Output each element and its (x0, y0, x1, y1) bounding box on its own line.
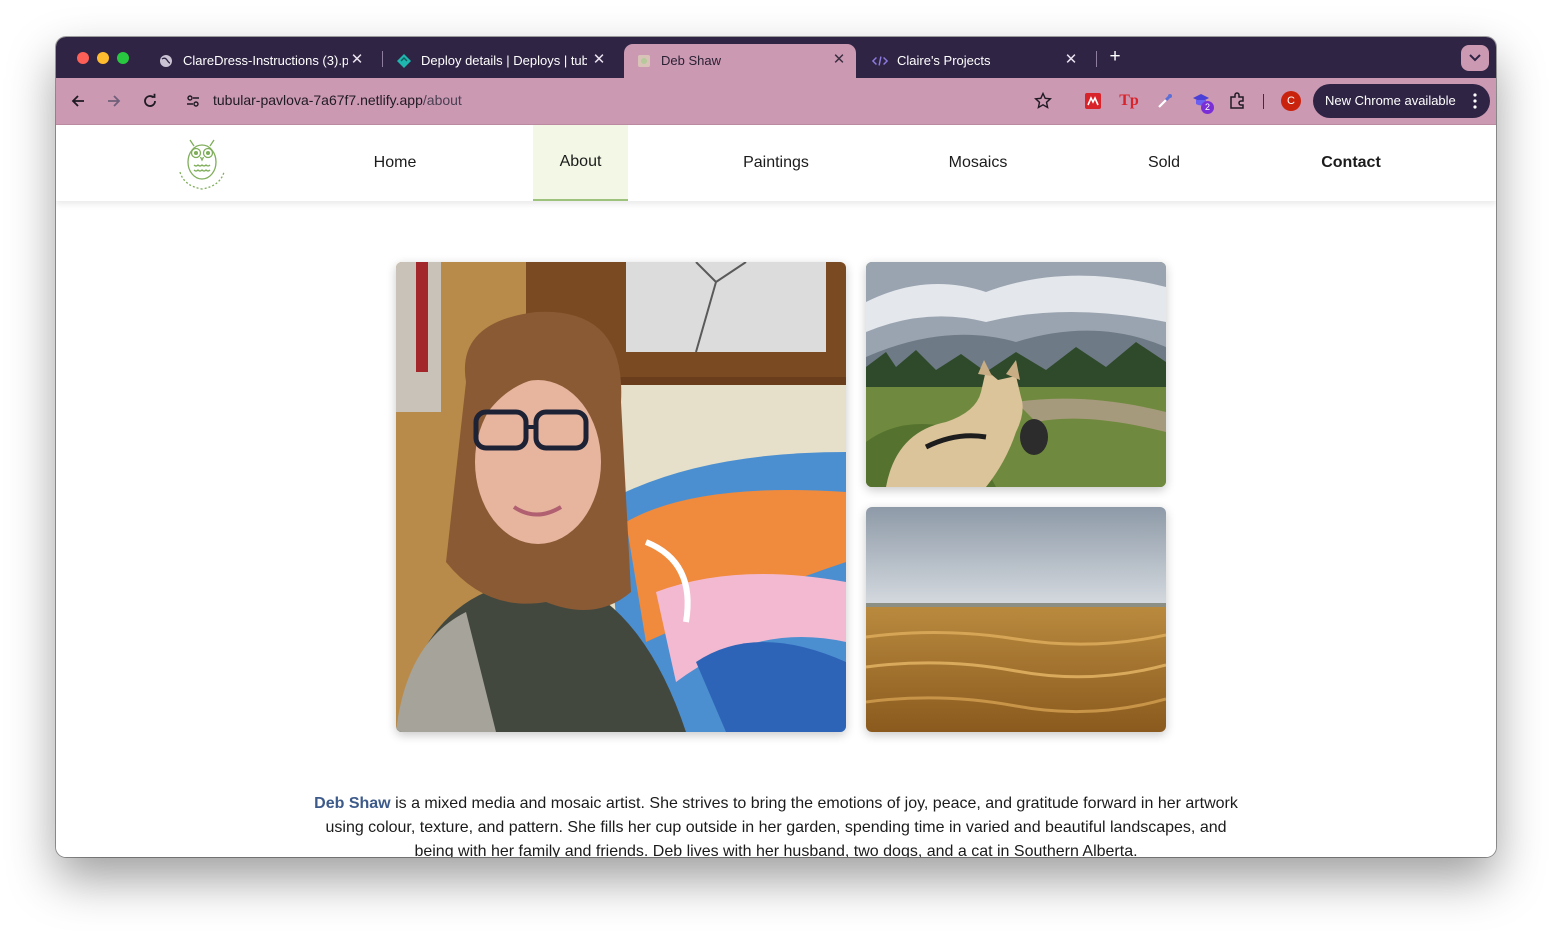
close-window-button[interactable] (77, 52, 89, 64)
tab-title: Deb Shaw (661, 53, 721, 68)
page-viewport: Home About Paintings Mosaics Sold Contac… (56, 125, 1496, 857)
wheat-field-photo (866, 507, 1166, 732)
reload-icon (144, 93, 156, 107)
extension-tp-icon[interactable]: Tp (1118, 90, 1140, 112)
url-path: /about (422, 92, 462, 108)
tab-claires-projects[interactable]: Claire's Projects ✕ (860, 44, 1088, 78)
back-button[interactable] (67, 90, 89, 112)
code-icon (872, 53, 888, 69)
nav-mosaics[interactable]: Mosaics (930, 125, 1026, 201)
site-icon (636, 53, 652, 69)
update-chrome-button[interactable]: New Chrome available (1313, 84, 1490, 118)
tab-deb-shaw[interactable]: Deb Shaw ✕ (624, 44, 856, 78)
chevron-down-icon (1469, 54, 1481, 62)
browser-toolbar: tubular-pavlova-7a67f7.netlify.app/about… (56, 78, 1496, 125)
nav-paintings[interactable]: Paintings (728, 125, 824, 201)
browser-window: ClareDress-Instructions (3).pdf ✕ Deploy… (56, 37, 1496, 857)
tab-deploy-details[interactable]: Deploy details | Deploys | tubular-pavlo… (384, 44, 616, 78)
forward-button[interactable] (103, 90, 125, 112)
nav-home[interactable]: Home (356, 125, 434, 201)
arrow-left-icon (71, 95, 84, 107)
site-nav: Home About Paintings Mosaics Sold Contac… (56, 125, 1496, 201)
eyedropper-icon[interactable] (1154, 90, 1176, 112)
close-tab-icon[interactable]: ✕ (348, 51, 366, 69)
tab-title: ClareDress-Instructions (3).pdf (183, 53, 348, 68)
extensions-puzzle-icon[interactable] (1226, 90, 1248, 112)
artist-name: Deb Shaw (314, 795, 391, 812)
star-icon (1034, 92, 1052, 109)
tab-separator (382, 51, 383, 67)
zoom-window-button[interactable] (117, 52, 129, 64)
toolbar-divider (1263, 94, 1264, 109)
reload-button[interactable] (139, 90, 161, 112)
new-tab-button[interactable]: + (1105, 47, 1125, 67)
tab-search-button[interactable] (1461, 45, 1489, 71)
tune-icon (187, 95, 199, 107)
owl-logo[interactable] (174, 134, 230, 192)
tab-separator (1096, 51, 1097, 67)
tab-strip: ClareDress-Instructions (3).pdf ✕ Deploy… (56, 37, 1496, 78)
close-tab-icon[interactable]: ✕ (590, 51, 608, 69)
profile-avatar[interactable]: C (1281, 91, 1301, 111)
bio-text: is a mixed media and mosaic artist. She … (325, 795, 1238, 857)
tab-title: Deploy details | Deploys | tubular-pavlo… (421, 53, 587, 68)
url-host: tubular-pavlova-7a67f7.netlify.app (213, 92, 423, 108)
extension-mosaic-icon[interactable] (1082, 90, 1104, 112)
netlify-icon (396, 53, 412, 69)
bookmark-button[interactable] (1032, 90, 1054, 112)
nav-contact[interactable]: Contact (1306, 125, 1396, 201)
extension-badge-icon[interactable]: 2 (1190, 90, 1214, 114)
more-vert-icon (1473, 93, 1477, 109)
close-tab-icon[interactable]: ✕ (830, 51, 848, 69)
close-tab-icon[interactable]: ✕ (1062, 51, 1080, 69)
address-bar[interactable]: tubular-pavlova-7a67f7.netlify.app/about (213, 92, 462, 108)
extension-badge-count: 2 (1201, 101, 1214, 114)
dog-meadow-photo (866, 262, 1166, 487)
nav-about[interactable]: About (533, 125, 628, 201)
tab-title: Claire's Projects (897, 53, 991, 68)
update-label: New Chrome available (1325, 93, 1456, 108)
arrow-right-icon (108, 95, 121, 107)
minimize-window-button[interactable] (97, 52, 109, 64)
tab-claredress[interactable]: ClareDress-Instructions (3).pdf ✕ (146, 44, 374, 78)
globe-icon (158, 53, 174, 69)
artist-portrait-photo (396, 262, 846, 732)
nav-sold[interactable]: Sold (1126, 125, 1202, 201)
artist-bio: Deb Shaw is a mixed media and mosaic art… (306, 792, 1246, 857)
site-info-button[interactable] (182, 90, 204, 112)
